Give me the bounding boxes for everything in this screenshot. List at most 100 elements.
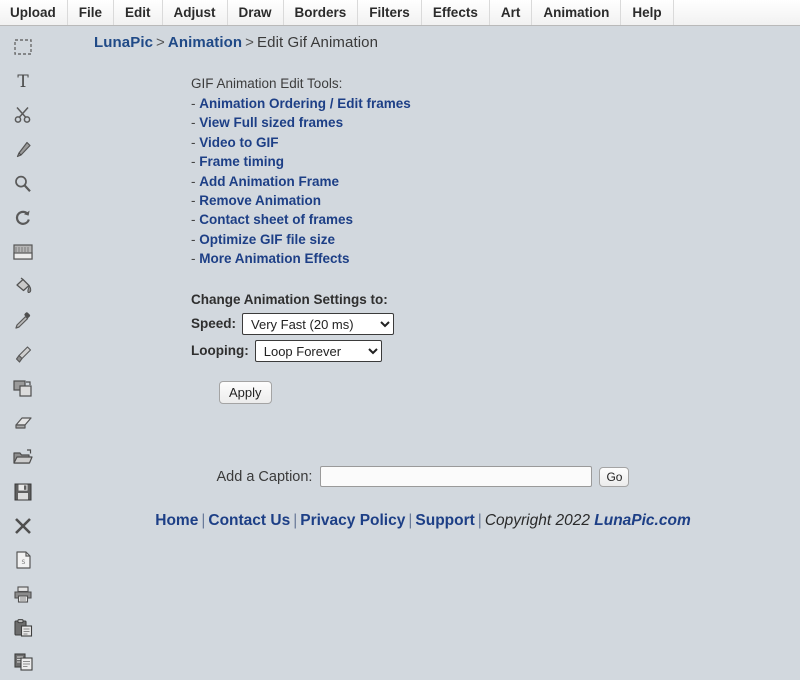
clipboard-paste-icon <box>13 619 33 637</box>
eyedropper-tool[interactable] <box>0 304 46 338</box>
eraser-tool[interactable] <box>0 406 46 440</box>
footer-link-home[interactable]: Home <box>155 512 198 529</box>
menu-item-upload[interactable]: Upload <box>0 0 68 25</box>
tool-sidebar: T S <box>0 26 46 672</box>
list-dash: - <box>191 251 196 267</box>
menu-item-borders[interactable]: Borders <box>284 0 359 25</box>
print-tool[interactable] <box>0 577 46 611</box>
magnifier-zoom-tool[interactable] <box>0 167 46 201</box>
menu-item-art[interactable]: Art <box>490 0 533 25</box>
selection-marquee-tool[interactable] <box>0 30 46 64</box>
tool-link-row: - Contact sheet of frames <box>191 210 800 229</box>
copy-pages-icon <box>13 653 33 672</box>
menu-item-filters[interactable]: Filters <box>358 0 422 25</box>
footer-separator: | <box>408 512 413 529</box>
list-dash: - <box>191 193 196 209</box>
magnifier-zoom-icon <box>14 175 32 193</box>
footer-link-privacy-policy[interactable]: Privacy Policy <box>300 512 405 529</box>
close-x-icon <box>14 517 32 535</box>
tool-link-row: - Add Animation Frame <box>191 172 800 191</box>
footer-separator: | <box>477 512 482 529</box>
menu-item-adjust[interactable]: Adjust <box>163 0 228 25</box>
footer-links: Home | Contact Us | Privacy Policy | Support | C… <box>46 512 800 530</box>
caption-go-button[interactable]: Go <box>599 466 630 487</box>
link-contact-sheet-of-frames[interactable]: Contact sheet of frames <box>199 212 353 227</box>
breadcrumb: LunaPic > Animation > Edit Gif Animation <box>52 26 800 51</box>
link-view-full-sized-frames[interactable]: View Full sized frames <box>199 115 343 130</box>
open-folder-tool[interactable] <box>0 440 46 474</box>
looping-select[interactable]: Loop Forever <box>254 339 382 362</box>
pencil-tool[interactable] <box>0 133 46 167</box>
text-tool[interactable]: T <box>0 64 46 98</box>
list-dash: - <box>191 231 196 247</box>
new-document-icon: S <box>15 551 31 569</box>
speed-setting-row: Speed: Very Fast (20 ms) <box>191 312 800 335</box>
link-frame-timing[interactable]: Frame timing <box>199 154 284 169</box>
breadcrumb-separator-2: > <box>245 34 255 51</box>
rotate-refresh-tool[interactable] <box>0 201 46 235</box>
tool-link-row: - Animation Ordering / Edit frames <box>191 94 800 113</box>
link-add-animation-frame[interactable]: Add Animation Frame <box>199 174 339 189</box>
menu-item-edit[interactable]: Edit <box>114 0 163 25</box>
tool-link-row: - Optimize GIF file size <box>191 230 800 249</box>
paint-brush-icon <box>15 346 32 364</box>
link-remove-animation[interactable]: Remove Animation <box>199 193 321 208</box>
footer-link-support[interactable]: Support <box>415 512 474 529</box>
menu-item-animation[interactable]: Animation <box>532 0 622 25</box>
menu-item-draw[interactable]: Draw <box>228 0 284 25</box>
copyright-label: Copyright 2022 <box>484 512 595 529</box>
svg-text:T: T <box>17 72 29 90</box>
footer-link-contact-us[interactable]: Contact Us <box>208 512 290 529</box>
eraser-block-tool[interactable] <box>0 235 46 269</box>
list-dash: - <box>191 212 196 228</box>
page-body: T S LunaPic > Animation > Edit Gif Anima… <box>0 26 800 672</box>
list-dash: - <box>191 96 196 111</box>
link-animation-ordering[interactable]: Animation Ordering / Edit frames <box>199 96 411 111</box>
open-folder-icon <box>13 449 33 466</box>
list-dash: - <box>191 134 196 150</box>
paint-bucket-tool[interactable] <box>0 269 46 303</box>
tool-link-row: - More Animation Effects <box>191 249 800 268</box>
print-icon <box>13 586 33 603</box>
copyright-text: Copyright 2022 LunaPic.com <box>485 512 691 529</box>
tool-link-row: - Video to GIF <box>191 133 800 152</box>
new-document-tool[interactable]: S <box>0 543 46 577</box>
caption-input[interactable] <box>320 466 593 487</box>
link-video-to-gif[interactable]: Video to GIF <box>199 135 278 150</box>
eraser-block-icon <box>13 244 33 260</box>
scissors-crop-tool[interactable] <box>0 98 46 132</box>
main-menubar: Upload File Edit Adjust Draw Borders Fil… <box>0 0 800 26</box>
layers-copy-icon <box>13 380 33 398</box>
brand-link[interactable]: LunaPic.com <box>594 512 690 529</box>
tool-link-row: - Frame timing <box>191 152 800 171</box>
close-tool[interactable] <box>0 509 46 543</box>
eraser-icon <box>13 416 33 430</box>
paint-brush-tool[interactable] <box>0 338 46 372</box>
gif-tools-heading: GIF Animation Edit Tools: <box>191 76 343 91</box>
footer-separator: | <box>293 512 298 529</box>
breadcrumb-link-lunapic[interactable]: LunaPic <box>94 34 153 51</box>
copy-pages-tool[interactable] <box>0 645 46 679</box>
menu-item-effects[interactable]: Effects <box>422 0 490 25</box>
list-dash: - <box>191 173 196 189</box>
looping-setting-row: Looping: Loop Forever <box>191 339 800 362</box>
link-optimize-gif-file-size[interactable]: Optimize GIF file size <box>199 232 335 247</box>
menubar-spacer <box>674 0 800 25</box>
looping-label: Looping: <box>191 343 249 359</box>
speed-select[interactable]: Very Fast (20 ms) <box>242 312 395 335</box>
menu-item-file[interactable]: File <box>68 0 115 25</box>
menu-item-help[interactable]: Help <box>621 0 674 25</box>
clipboard-paste-tool[interactable] <box>0 611 46 645</box>
footer-separator: | <box>201 512 206 529</box>
layers-copy-tool[interactable] <box>0 372 46 406</box>
list-dash: - <box>191 115 196 131</box>
save-tool[interactable] <box>0 474 46 508</box>
tool-link-row: - Remove Animation <box>191 191 800 210</box>
breadcrumb-link-animation[interactable]: Animation <box>168 34 242 51</box>
main-content: LunaPic > Animation > Edit Gif Animation GIF… <box>46 26 800 616</box>
text-tool-icon: T <box>15 72 31 90</box>
apply-button[interactable]: Apply <box>219 380 272 404</box>
link-more-animation-effects[interactable]: More Animation Effects <box>199 251 349 266</box>
speed-label: Speed: <box>191 316 237 332</box>
animation-settings-panel: Change Animation Settings to: Speed: Ver… <box>52 292 800 404</box>
